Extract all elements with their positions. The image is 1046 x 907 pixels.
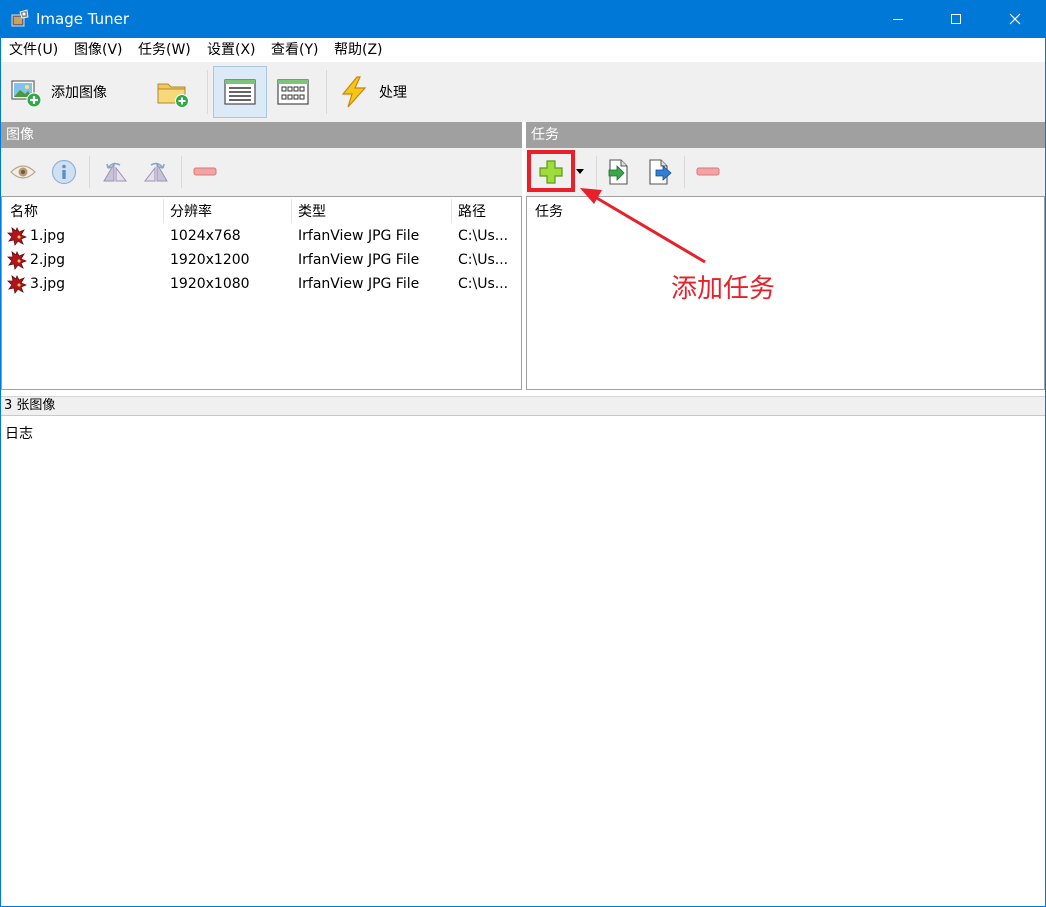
toolbar-separator [684, 156, 685, 188]
export-task-button[interactable] [644, 156, 676, 188]
irfanview-file-icon [7, 274, 27, 294]
main-toolbar: 添加图像 处理 [1, 62, 1045, 122]
column-divider[interactable] [451, 199, 452, 223]
column-header-resolution[interactable]: 分辨率 [170, 202, 212, 222]
menu-file[interactable]: 文件(U) [9, 42, 58, 59]
add-folder-button[interactable] [155, 66, 191, 118]
toolbar-separator [89, 156, 90, 188]
title-bar: Image Tuner [0, 0, 1046, 38]
row-name: 1.jpg [30, 228, 66, 244]
row-name: 2.jpg [30, 252, 66, 268]
row-resolution: 1024x768 [170, 228, 241, 244]
menu-bar: 文件(U) 图像(V) 任务(W) 设置(X) 查看(Y) 帮助(Z) [0, 38, 1046, 62]
close-button[interactable] [986, 0, 1044, 38]
rotate-left-button[interactable] [99, 156, 131, 188]
remove-image-button[interactable] [189, 156, 221, 188]
row-path: C:\Us... [458, 276, 509, 292]
process-button[interactable]: 处理 [337, 66, 407, 118]
window-title: Image Tuner [36, 10, 130, 28]
rotate-left-icon [103, 162, 128, 182]
rotate-right-button[interactable] [140, 156, 172, 188]
annotation-highlight-box [527, 150, 575, 192]
row-type: IrfanView JPG File [298, 276, 420, 292]
tasks-panel-header: 任务 [526, 122, 1045, 148]
images-panel-header: 图像 [1, 122, 522, 148]
minimize-icon [893, 19, 903, 20]
toolbar-separator [207, 70, 208, 114]
column-header-task[interactable]: 任务 [535, 202, 563, 222]
info-icon [51, 159, 77, 185]
add-images-button[interactable]: 添加图像 [9, 66, 107, 118]
column-header-name[interactable]: 名称 [10, 202, 38, 222]
window-frame [0, 62, 1, 907]
remove-task-icon [696, 167, 720, 176]
preview-button[interactable] [7, 156, 39, 188]
tasks-list[interactable]: 任务 [526, 196, 1045, 390]
thumbnail-view-icon [277, 79, 309, 105]
menu-help[interactable]: 帮助(Z) [334, 42, 383, 59]
menu-task[interactable]: 任务(W) [138, 42, 191, 59]
details-view-icon [224, 79, 256, 105]
add-task-dropdown[interactable] [573, 156, 587, 188]
row-path: C:\Us... [458, 252, 509, 268]
toolbar-separator [181, 156, 182, 188]
import-task-button[interactable] [602, 156, 634, 188]
image-count-status: 3 张图像 [1, 396, 1045, 415]
export-task-icon [649, 159, 672, 185]
remove-task-button[interactable] [692, 156, 724, 188]
dropdown-arrow-icon [576, 169, 584, 174]
column-header-path[interactable]: 路径 [458, 202, 486, 222]
info-button[interactable] [48, 156, 80, 188]
images-list[interactable]: 名称 分辨率 类型 路径 1.jpg 1024x768 IrfanView JP… [1, 196, 522, 390]
toolbar-separator [326, 70, 327, 114]
maximize-icon [951, 14, 961, 24]
toolbar-separator [596, 156, 597, 188]
row-resolution: 1920x1200 [170, 252, 250, 268]
maximize-button[interactable] [927, 0, 985, 38]
add-image-icon [11, 80, 42, 108]
lightning-process-icon [341, 76, 367, 108]
add-images-label: 添加图像 [51, 85, 107, 101]
thumbnail-view-button[interactable] [275, 66, 311, 118]
menu-view[interactable]: 查看(Y) [271, 42, 318, 59]
details-view-button[interactable] [213, 66, 267, 118]
add-folder-icon [157, 83, 189, 108]
row-resolution: 1920x1080 [170, 276, 250, 292]
close-icon [1009, 13, 1021, 25]
images-toolbar [1, 148, 522, 196]
irfanview-file-icon [7, 250, 27, 270]
log-label: 日志 [5, 426, 33, 442]
row-type: IrfanView JPG File [298, 228, 420, 244]
row-path: C:\Us... [458, 228, 509, 244]
eye-preview-icon [10, 165, 36, 179]
annotation-label: 添加任务 [671, 274, 776, 304]
process-label: 处理 [379, 85, 407, 101]
column-divider[interactable] [291, 199, 292, 223]
tasks-toolbar [526, 148, 1045, 196]
log-panel: 日志 [1, 415, 1045, 906]
image-tuner-app-icon [11, 9, 29, 27]
column-divider[interactable] [163, 199, 164, 223]
row-name: 3.jpg [30, 276, 66, 292]
menu-image[interactable]: 图像(V) [74, 42, 123, 59]
import-task-icon [608, 159, 628, 185]
menu-settings[interactable]: 设置(X) [207, 42, 256, 59]
minimize-button[interactable] [869, 0, 927, 38]
irfanview-file-icon [7, 226, 27, 246]
remove-icon [193, 167, 217, 176]
column-header-type[interactable]: 类型 [298, 202, 326, 222]
rotate-right-icon [143, 162, 168, 182]
row-type: IrfanView JPG File [298, 252, 420, 268]
